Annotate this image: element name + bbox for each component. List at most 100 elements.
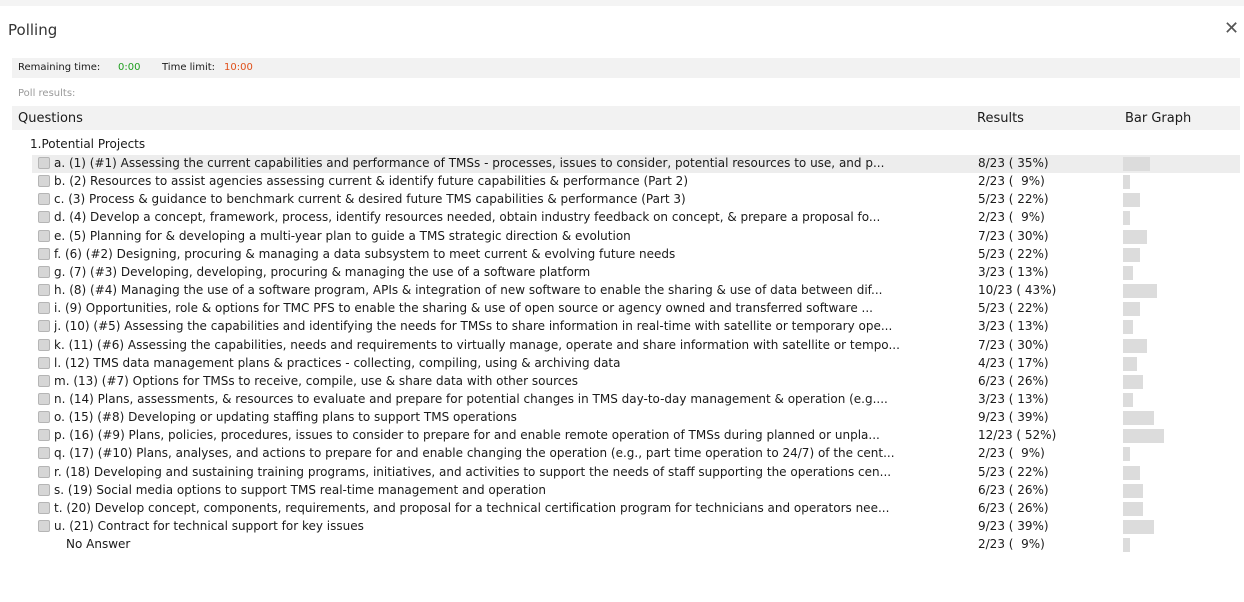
option-checkbox[interactable] — [38, 175, 50, 188]
option-checkbox[interactable] — [38, 229, 50, 242]
option-checkbox[interactable] — [38, 247, 50, 260]
option-checkbox[interactable] — [38, 284, 50, 297]
option-checkbox[interactable] — [38, 356, 50, 369]
result-bar — [1123, 193, 1140, 208]
option-checkbox[interactable] — [38, 374, 50, 387]
poll-option-row[interactable]: f. (6) (#2) Designing, procuring & manag… — [32, 246, 1240, 264]
option-checkbox[interactable] — [38, 211, 50, 224]
result-bar — [1123, 538, 1130, 553]
poll-option-row[interactable]: h. (8) (#4) Managing the use of a softwa… — [32, 282, 1240, 300]
result-bar — [1123, 265, 1133, 280]
option-result: 2/23 ( 9%) — [978, 210, 1045, 225]
option-text: c. (3) Process & guidance to benchmark c… — [54, 192, 686, 207]
option-text: b. (2) Resources to assist agencies asse… — [54, 174, 688, 189]
option-text: i. (9) Opportunities, role & options for… — [54, 301, 873, 316]
option-result: 3/23 ( 13%) — [978, 264, 1049, 279]
option-checkbox[interactable] — [38, 338, 50, 351]
option-result: 12/23 ( 52%) — [978, 428, 1057, 443]
option-checkbox[interactable] — [38, 157, 50, 169]
result-bar — [1123, 320, 1133, 335]
poll-option-row[interactable]: s. (19) Social media options to support … — [32, 482, 1240, 500]
option-text: d. (4) Develop a concept, framework, pro… — [54, 210, 881, 225]
option-text: h. (8) (#4) Managing the use of a softwa… — [54, 283, 883, 298]
poll-option-row[interactable]: b. (2) Resources to assist agencies asse… — [32, 173, 1240, 191]
option-result: 7/23 ( 30%) — [978, 228, 1049, 243]
option-checkbox[interactable] — [38, 465, 50, 478]
result-bar — [1123, 374, 1143, 389]
option-text: r. (18) Developing and sustaining traini… — [54, 464, 892, 479]
poll-option-row[interactable]: e. (5) Planning for & developing a multi… — [32, 228, 1240, 246]
close-icon[interactable]: ✕ — [1224, 20, 1239, 38]
option-result: 6/23 ( 26%) — [978, 500, 1049, 515]
option-text: j. (10) (#5) Assessing the capabilities … — [54, 319, 893, 334]
poll-option-row[interactable]: g. (7) (#3) Developing, developing, proc… — [32, 264, 1240, 282]
option-result: 2/23 ( 9%) — [978, 174, 1045, 189]
result-bar — [1123, 175, 1130, 190]
poll-option-row[interactable]: d. (4) Develop a concept, framework, pro… — [32, 209, 1240, 227]
poll-option-row[interactable]: m. (13) (#7) Options for TMSs to receive… — [32, 373, 1240, 391]
column-header-results: Results — [977, 111, 1024, 126]
option-text: a. (1) (#1) Assessing the current capabi… — [54, 156, 885, 170]
result-bar — [1123, 501, 1143, 516]
poll-option-row[interactable]: p. (16) (#9) Plans, policies, procedures… — [32, 427, 1240, 445]
poll-option-row[interactable]: c. (3) Process & guidance to benchmark c… — [32, 191, 1240, 209]
poll-option-row[interactable]: l. (12) TMS data management plans & prac… — [32, 355, 1240, 373]
poll-option-row[interactable]: i. (9) Opportunities, role & options for… — [32, 300, 1240, 318]
title-bar: Polling ✕ — [0, 6, 1244, 54]
result-bar — [1123, 302, 1140, 317]
option-checkbox[interactable] — [38, 265, 50, 278]
option-result: 9/23 ( 39%) — [978, 410, 1049, 425]
option-checkbox[interactable] — [38, 429, 50, 442]
result-bar — [1123, 356, 1137, 371]
result-bar — [1123, 520, 1154, 534]
option-result: 5/23 ( 22%) — [978, 246, 1049, 261]
poll-option-row[interactable]: a. (1) (#1) Assessing the current capabi… — [32, 155, 1240, 173]
poll-results-label: Poll results: — [18, 88, 76, 99]
option-checkbox[interactable] — [38, 193, 50, 206]
poll-option-row[interactable]: j. (10) (#5) Assessing the capabilities … — [32, 318, 1240, 336]
no-answer-label: No Answer — [66, 537, 131, 552]
option-checkbox[interactable] — [38, 447, 50, 460]
results-table-header: Questions Results Bar Graph — [12, 106, 1240, 130]
timer-bar: Remaining time: 0:00 Time limit: 10:00 — [12, 58, 1240, 78]
option-text: p. (16) (#9) Plans, policies, procedures… — [54, 428, 880, 443]
result-bar — [1123, 229, 1147, 244]
option-checkbox[interactable] — [38, 483, 50, 496]
option-result: 5/23 ( 22%) — [978, 301, 1049, 316]
option-text: f. (6) (#2) Designing, procuring & manag… — [54, 246, 676, 261]
poll-option-row[interactable]: t. (20) Develop concept, components, req… — [32, 500, 1240, 518]
poll-option-row[interactable]: o. (15) (#8) Developing or updating staf… — [32, 409, 1240, 427]
option-checkbox[interactable] — [38, 320, 50, 333]
result-bar — [1123, 392, 1133, 407]
poll-option-row[interactable]: k. (11) (#6) Assessing the capabilities,… — [32, 337, 1240, 355]
option-result: 6/23 ( 26%) — [978, 482, 1049, 497]
section-title: 1.Potential Projects — [30, 137, 146, 151]
result-bar — [1123, 211, 1130, 226]
option-text: e. (5) Planning for & developing a multi… — [54, 228, 631, 243]
result-bar — [1123, 284, 1157, 299]
option-result: 10/23 ( 43%) — [978, 283, 1057, 298]
option-result: 3/23 ( 13%) — [978, 319, 1049, 334]
option-text: n. (14) Plans, assessments, & resources … — [54, 391, 888, 406]
option-checkbox[interactable] — [38, 520, 50, 532]
option-result: 3/23 ( 13%) — [978, 391, 1049, 406]
poll-option-row[interactable]: q. (17) (#10) Plans, analyses, and actio… — [32, 445, 1240, 463]
poll-option-row[interactable]: r. (18) Developing and sustaining traini… — [32, 464, 1240, 482]
option-checkbox[interactable] — [38, 302, 50, 315]
option-checkbox[interactable] — [38, 392, 50, 405]
option-checkbox[interactable] — [38, 501, 50, 514]
poll-option-row[interactable]: n. (14) Plans, assessments, & resources … — [32, 391, 1240, 409]
option-text: k. (11) (#6) Assessing the capabilities,… — [54, 337, 900, 352]
result-bar — [1123, 338, 1147, 353]
option-checkbox[interactable] — [38, 411, 50, 424]
option-result: 7/23 ( 30%) — [978, 337, 1049, 352]
time-limit-value: 10:00 — [224, 62, 253, 73]
option-result: 9/23 ( 39%) — [978, 519, 1049, 533]
remaining-time-label: Remaining time: — [18, 62, 101, 73]
option-text: s. (19) Social media options to support … — [54, 482, 546, 497]
option-result: 5/23 ( 22%) — [978, 464, 1049, 479]
remaining-time-value: 0:00 — [118, 62, 141, 73]
option-result: 2/23 ( 9%) — [978, 537, 1045, 552]
option-text: m. (13) (#7) Options for TMSs to receive… — [54, 373, 579, 388]
poll-option-row[interactable]: u. (21) Contract for technical support f… — [32, 518, 1240, 536]
